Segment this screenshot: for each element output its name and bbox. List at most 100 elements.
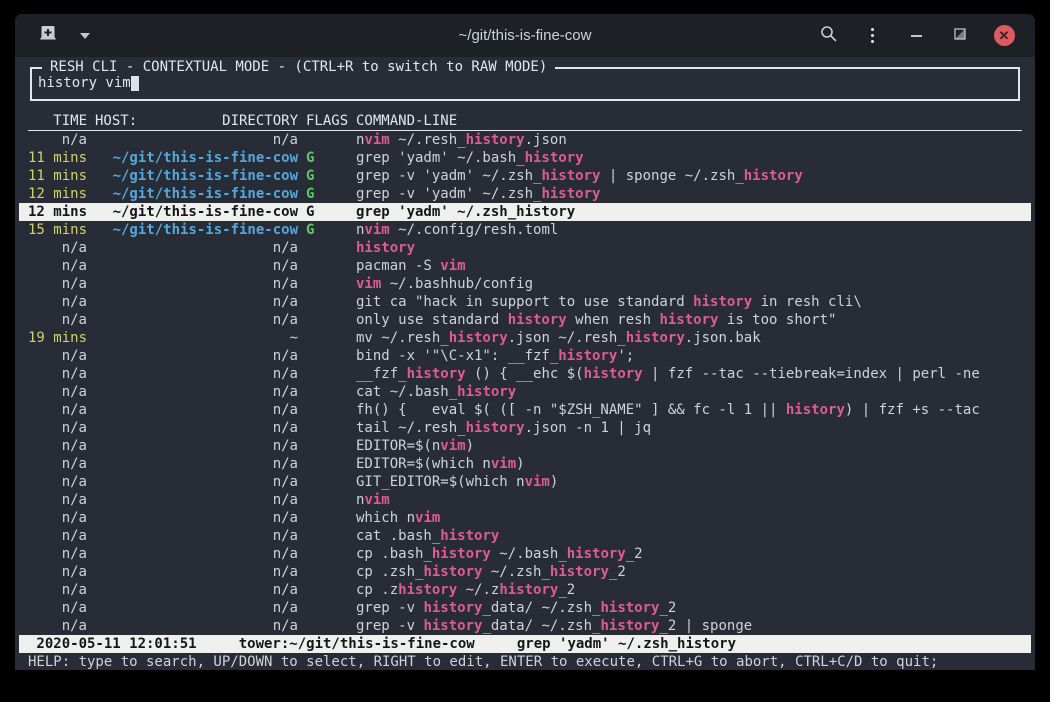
history-row[interactable]: 19 mins~mv ~/.resh_history.json ~/.resh_… xyxy=(28,329,1022,347)
row-directory: n/a xyxy=(95,473,298,491)
row-directory: n/a xyxy=(95,239,298,257)
history-row[interactable]: 12 mins~/git/this-is-fine-cowGgrep -v 'y… xyxy=(28,185,1022,203)
row-time: n/a xyxy=(28,131,87,149)
history-row[interactable]: n/an/agit ca "hack in support to use sta… xyxy=(28,293,1022,311)
menu-button[interactable] xyxy=(861,25,883,47)
row-directory: n/a xyxy=(95,365,298,383)
row-time: n/a xyxy=(28,545,87,563)
row-command: cat ~/.bash_history xyxy=(356,383,1022,401)
close-button[interactable]: ✕ xyxy=(993,25,1015,47)
text-cursor xyxy=(131,76,139,91)
close-icon: ✕ xyxy=(994,25,1015,46)
row-command: nvim ~/.config/resh.toml xyxy=(356,221,1022,239)
history-row[interactable]: n/an/acat .bash_history xyxy=(28,527,1022,545)
new-tab-dropdown-button[interactable] xyxy=(74,25,96,47)
row-command: bind -x '"\C-x1": __fzf_history'; xyxy=(356,347,1022,365)
header-directory: DIRECTORY xyxy=(222,112,298,130)
restore-icon xyxy=(954,27,966,45)
header-command-line: COMMAND-LINE xyxy=(356,112,1022,130)
row-directory: n/a xyxy=(95,617,298,635)
history-row[interactable]: n/an/agrep -v history_data/ ~/.zsh_histo… xyxy=(28,599,1022,617)
row-directory: n/a xyxy=(95,293,298,311)
history-row[interactable]: n/a n/a nvim ~/.resh_history.json xyxy=(28,131,1022,149)
row-directory: n/a xyxy=(95,455,298,473)
kebab-menu-icon xyxy=(871,28,874,43)
row-time: n/a xyxy=(28,239,87,257)
history-row[interactable]: n/an/anvim xyxy=(28,491,1022,509)
row-time: 19 mins xyxy=(28,329,87,347)
row-time: n/a xyxy=(28,437,87,455)
new-tab-icon xyxy=(39,25,57,46)
history-row[interactable]: n/an/avim ~/.bashhub/config xyxy=(28,275,1022,293)
row-directory: n/a xyxy=(95,257,298,275)
row-time: n/a xyxy=(28,527,87,545)
history-row[interactable]: n/an/abind -x '"\C-x1": __fzf_history'; xyxy=(28,347,1022,365)
row-command: EDITOR=$(nvim) xyxy=(356,437,1022,455)
row-command: history xyxy=(356,239,1022,257)
row-command: grep 'yadm' ~/.zsh_history xyxy=(356,203,1022,221)
search-button[interactable] xyxy=(817,25,839,47)
history-row-selected[interactable]: 12 mins~/git/this-is-fine-cowGgrep 'yadm… xyxy=(19,203,1031,221)
row-flags xyxy=(306,545,348,563)
history-row[interactable]: n/an/apacman -S vim xyxy=(28,257,1022,275)
history-row[interactable]: n/an/agrep -v history_data/ ~/.zsh_histo… xyxy=(28,617,1022,635)
row-directory: n/a xyxy=(95,581,298,599)
row-time: n/a xyxy=(28,473,87,491)
history-row[interactable]: n/an/awhich nvim xyxy=(28,509,1022,527)
row-flags: G xyxy=(306,185,348,203)
row-directory: n/a xyxy=(95,131,298,149)
history-row[interactable]: 11 mins~/git/this-is-fine-cowGgrep -v 'y… xyxy=(28,167,1022,185)
row-flags xyxy=(306,455,348,473)
row-command: grep -v history_data/ ~/.zsh_history_2 |… xyxy=(356,617,1022,635)
row-time: n/a xyxy=(28,257,87,275)
header-flags: FLAGS xyxy=(306,112,348,130)
history-list: n/an/anvim ~/.resh_history.json11 mins~/… xyxy=(28,131,1022,635)
history-row[interactable]: n/an/a__fzf_history () { __ehc $(history… xyxy=(28,365,1022,383)
row-command: grep 'yadm' ~/.bash_history xyxy=(356,149,1022,167)
row-command: nvim ~/.resh_history.json xyxy=(356,131,1022,149)
new-tab-button[interactable] xyxy=(37,25,59,47)
row-time: n/a xyxy=(28,383,87,401)
header-time: TIME xyxy=(28,112,87,130)
header-host: HOST: xyxy=(95,112,137,130)
row-flags xyxy=(306,257,348,275)
row-time: n/a xyxy=(28,491,87,509)
row-time: n/a xyxy=(28,419,87,437)
row-time: n/a xyxy=(28,509,87,527)
row-directory: ~/git/this-is-fine-cow xyxy=(95,167,298,185)
history-row[interactable]: n/an/afh() { eval $( ([ -n "$ZSH_NAME" ]… xyxy=(28,401,1022,419)
history-row[interactable]: n/a n/a history xyxy=(28,239,1022,257)
history-row[interactable]: 15 mins~/git/this-is-fine-cowGnvim ~/.co… xyxy=(28,221,1022,239)
row-time: n/a xyxy=(28,401,87,419)
row-command: GIT_EDITOR=$(which nvim) xyxy=(356,473,1022,491)
row-command: cp .zsh_history ~/.zsh_history_2 xyxy=(356,563,1022,581)
history-row[interactable]: 11 mins~/git/this-is-fine-cowGgrep 'yadm… xyxy=(28,149,1022,167)
row-flags xyxy=(306,527,348,545)
history-row[interactable]: n/an/acat ~/.bash_history xyxy=(28,383,1022,401)
row-time: 12 mins xyxy=(28,185,87,203)
restore-button[interactable] xyxy=(949,25,971,47)
row-time: n/a xyxy=(28,293,87,311)
row-directory: ~/git/this-is-fine-cow xyxy=(95,185,298,203)
history-row[interactable]: n/an/atail ~/.resh_history.json -n 1 | j… xyxy=(28,419,1022,437)
history-row[interactable]: n/an/aEDITOR=$(nvim) xyxy=(28,437,1022,455)
history-row[interactable]: n/a n/a GIT_EDITOR=$(which nvim) xyxy=(28,473,1022,491)
history-row[interactable]: n/an/aEDITOR=$(which nvim) xyxy=(28,455,1022,473)
history-row[interactable]: n/an/aonly use standard history when res… xyxy=(28,311,1022,329)
row-flags xyxy=(306,383,348,401)
row-flags: G xyxy=(306,149,348,167)
minimize-button[interactable] xyxy=(905,25,927,47)
row-flags xyxy=(306,581,348,599)
history-row[interactable]: n/an/acp .zhistory ~/.zhistory_2 xyxy=(28,581,1022,599)
row-command: only use standard history when resh hist… xyxy=(356,311,1022,329)
row-command: EDITOR=$(which nvim) xyxy=(356,455,1022,473)
row-command: nvim xyxy=(356,491,1022,509)
row-directory: ~/git/this-is-fine-cow xyxy=(95,203,298,221)
row-directory: n/a xyxy=(95,563,298,581)
row-directory: ~/git/this-is-fine-cow xyxy=(95,149,298,167)
history-row[interactable]: n/an/acp .bash_history ~/.bash_history_2 xyxy=(28,545,1022,563)
row-directory: n/a xyxy=(95,545,298,563)
row-flags xyxy=(306,293,348,311)
row-flags: G xyxy=(306,221,348,239)
history-row[interactable]: n/an/acp .zsh_history ~/.zsh_history_2 xyxy=(28,563,1022,581)
